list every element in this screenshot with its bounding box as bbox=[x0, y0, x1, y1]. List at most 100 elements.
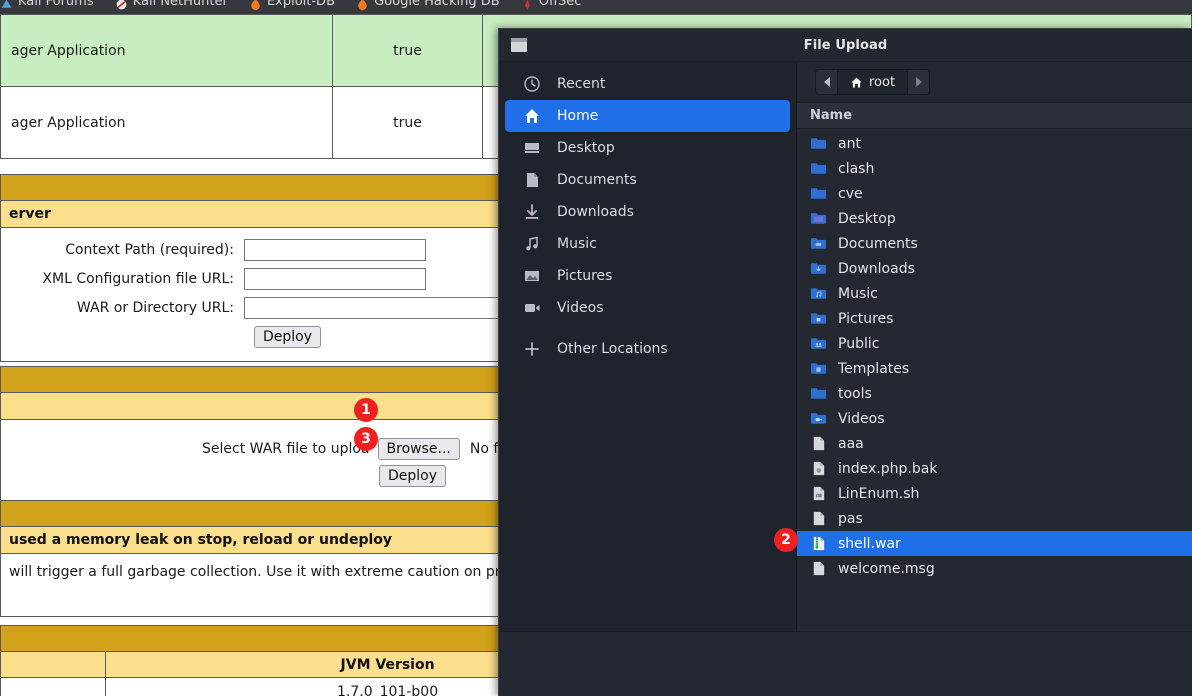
folder-public-icon bbox=[810, 338, 827, 349]
list-item[interactable]: tools bbox=[797, 381, 1192, 406]
list-item[interactable]: cve bbox=[797, 181, 1192, 206]
place-label: Other Locations bbox=[557, 341, 668, 357]
download-icon bbox=[526, 204, 538, 219]
place-recent[interactable]: Recent bbox=[505, 68, 790, 100]
bookmark-kali-forums[interactable]: Kali Forums bbox=[0, 0, 94, 9]
bookmark-label: Kali Forums bbox=[18, 0, 94, 9]
place-label: Desktop bbox=[557, 140, 615, 156]
place-music[interactable]: Music bbox=[505, 228, 790, 260]
dialog-footer bbox=[499, 631, 1192, 696]
list-item[interactable]: Templates bbox=[797, 356, 1192, 381]
place-label: Home bbox=[557, 108, 599, 124]
deploy-button[interactable]: Deploy bbox=[254, 326, 322, 348]
clock-icon bbox=[524, 76, 540, 92]
places-divider bbox=[499, 324, 796, 333]
app-running-flag: true bbox=[332, 14, 483, 87]
list-item[interactable]: index.php.bak bbox=[797, 456, 1192, 481]
list-item[interactable]: clash bbox=[797, 156, 1192, 181]
file-shell-war[interactable]: shell.war bbox=[797, 531, 1192, 556]
dialog-titlebar[interactable]: File Upload bbox=[499, 29, 1192, 62]
place-desktop[interactable]: Desktop bbox=[505, 132, 790, 164]
list-item[interactable]: ant bbox=[797, 131, 1192, 156]
list-item[interactable]: Videos bbox=[797, 406, 1192, 431]
path-forward-button[interactable] bbox=[907, 70, 930, 94]
places-sidebar: Recent Home Desktop Documents Downloads bbox=[499, 62, 797, 664]
breadcrumb-root[interactable]: root bbox=[838, 70, 908, 94]
kali-nethunter-icon bbox=[116, 0, 127, 9]
app-running-flag: true bbox=[332, 86, 483, 159]
folder-pictures-icon bbox=[810, 313, 827, 324]
folder-documents-icon bbox=[810, 238, 827, 249]
folder-templates-icon bbox=[810, 363, 827, 374]
bookmark-exploit-db[interactable]: Exploit-DB bbox=[249, 0, 335, 10]
list-item[interactable]: Pictures bbox=[797, 306, 1192, 331]
list-item[interactable]: Documents bbox=[797, 231, 1192, 256]
upload-label: Select WAR file to uploa bbox=[202, 441, 370, 457]
file-name: Pictures bbox=[838, 310, 894, 327]
place-label: Pictures bbox=[557, 268, 613, 284]
dialog-title: File Upload bbox=[803, 37, 888, 53]
place-pictures[interactable]: Pictures bbox=[505, 260, 790, 292]
file-name: Videos bbox=[838, 410, 885, 427]
xml-config-input[interactable] bbox=[244, 267, 426, 290]
list-item[interactable]: Downloads bbox=[797, 256, 1192, 281]
file-name: Downloads bbox=[838, 260, 915, 277]
folder-icon bbox=[810, 163, 827, 174]
file-icon bbox=[813, 511, 825, 526]
place-downloads[interactable]: Downloads bbox=[505, 196, 790, 228]
list-item[interactable]: pas bbox=[797, 506, 1192, 531]
file-name: Desktop bbox=[838, 210, 896, 227]
file-script-icon bbox=[813, 486, 825, 501]
list-item[interactable]: aaa bbox=[797, 431, 1192, 456]
file-name: ant bbox=[838, 135, 861, 152]
files-pane: root Name ant clash cve Desktop Document… bbox=[797, 62, 1192, 664]
file-name: pas bbox=[838, 510, 863, 527]
file-name: welcome.msg bbox=[838, 560, 935, 577]
file-name: cve bbox=[838, 185, 863, 202]
bookmark-offsec[interactable]: OffSec bbox=[521, 0, 582, 9]
offsec-icon bbox=[524, 0, 530, 9]
context-path-label: Context Path (required): bbox=[65, 241, 234, 258]
file-name: Documents bbox=[838, 235, 918, 252]
bookmark-label: OffSec bbox=[538, 0, 582, 9]
app-display-name: ager Application bbox=[0, 86, 333, 159]
file-name: tools bbox=[838, 385, 872, 402]
place-videos[interactable]: Videos bbox=[505, 292, 790, 324]
upload-deploy-button[interactable]: Deploy bbox=[379, 465, 447, 487]
place-label: Music bbox=[557, 236, 597, 252]
bookmark-google-hacking-db[interactable]: Google Hacking DB bbox=[356, 0, 500, 10]
folder-desktop-icon bbox=[810, 213, 827, 224]
breadcrumb-label: root bbox=[869, 74, 896, 90]
app-display-name: ager Application bbox=[0, 14, 333, 87]
list-item[interactable]: Desktop bbox=[797, 206, 1192, 231]
column-header-name[interactable]: Name bbox=[797, 102, 1192, 129]
browse-button[interactable]: Browse... bbox=[377, 438, 460, 460]
place-documents[interactable]: Documents bbox=[505, 164, 790, 196]
file-name: Music bbox=[838, 285, 878, 302]
list-item[interactable]: Public bbox=[797, 331, 1192, 356]
xml-config-label: XML Configuration file URL: bbox=[42, 270, 234, 287]
path-back-button[interactable] bbox=[816, 70, 838, 94]
folder-icon bbox=[810, 388, 827, 399]
window-icon bbox=[511, 38, 527, 52]
folder-music-icon bbox=[810, 288, 827, 299]
home-icon bbox=[525, 109, 539, 123]
file-code-icon bbox=[813, 461, 825, 476]
place-other-locations[interactable]: Other Locations bbox=[505, 333, 790, 365]
list-item[interactable]: welcome.msg bbox=[797, 556, 1192, 581]
triangle-left-icon bbox=[823, 77, 830, 87]
bookmark-kali-nethunter[interactable]: Kali NetHunter bbox=[115, 0, 228, 9]
step-badge-3: 3 bbox=[354, 427, 378, 451]
bookmark-label: Kali NetHunter bbox=[132, 0, 228, 9]
file-name: Templates bbox=[838, 360, 910, 377]
place-home[interactable]: Home bbox=[505, 100, 790, 132]
file-name: shell.war bbox=[838, 535, 901, 552]
list-item[interactable]: Music bbox=[797, 281, 1192, 306]
place-label: Recent bbox=[557, 76, 606, 92]
list-item[interactable]: LinEnum.sh bbox=[797, 481, 1192, 506]
dialog-body: Recent Home Desktop Documents Downloads bbox=[499, 62, 1192, 664]
folder-icon bbox=[810, 188, 827, 199]
folder-icon bbox=[810, 138, 827, 149]
context-path-input[interactable] bbox=[244, 238, 426, 261]
folder-videos-icon bbox=[810, 413, 827, 424]
